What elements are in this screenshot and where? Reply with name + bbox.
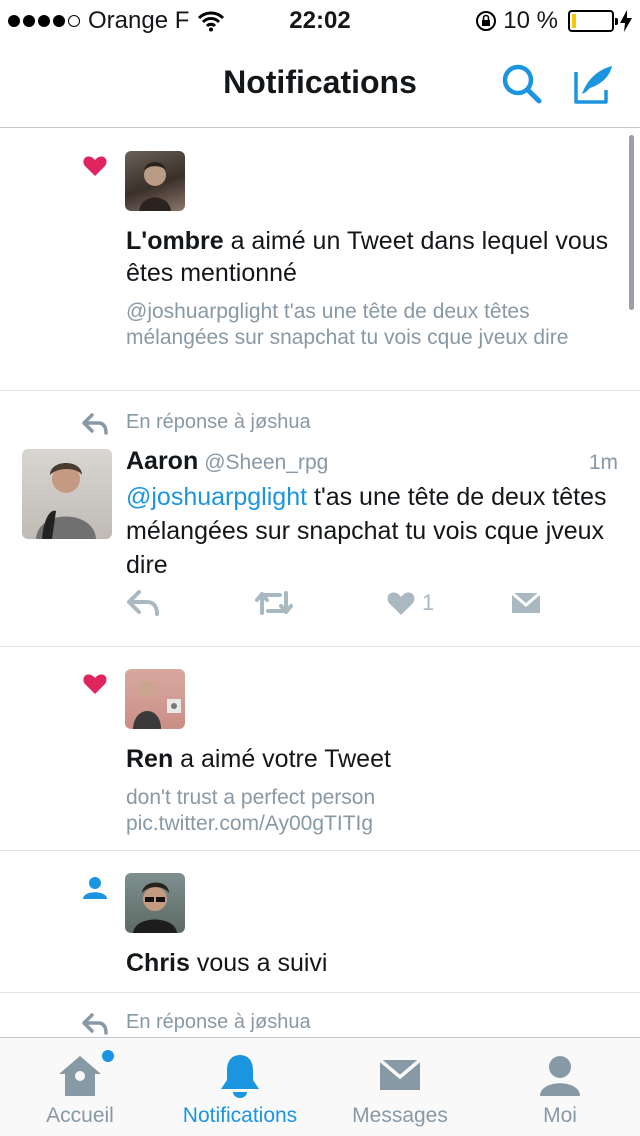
new-content-badge <box>102 1050 114 1062</box>
avatar[interactable] <box>125 151 185 211</box>
author-name: Aaron <box>126 447 199 475</box>
avatar[interactable] <box>22 449 112 539</box>
notification-text: L'ombre a aimé un Tweet dans lequel vous… <box>126 225 610 289</box>
battery-icon <box>568 10 618 32</box>
tab-label: Moi <box>543 1104 577 1127</box>
tweet-text: @joshuarpglight t'as une tête de deux tê… <box>126 480 610 582</box>
author-handle: @Sheen_rpg <box>204 451 329 474</box>
direct-message-button[interactable] <box>510 589 542 617</box>
header: Notifications <box>0 40 640 128</box>
charging-icon <box>620 10 632 32</box>
notification-action: vous a suivi <box>189 949 328 977</box>
tab-me[interactable]: Moi <box>480 1038 640 1136</box>
tab-label: Notifications <box>182 1104 298 1127</box>
search-button[interactable] <box>498 60 546 108</box>
notification-text: Chris vous a suivi <box>126 947 610 979</box>
scrollbar[interactable] <box>629 135 634 310</box>
tab-home[interactable]: Accueil <box>0 1038 160 1136</box>
tab-label: Accueil <box>46 1104 114 1127</box>
user-name[interactable]: Ren <box>126 745 173 773</box>
rotation-lock-icon <box>476 11 497 31</box>
reply-context-icon <box>82 1013 108 1035</box>
tab-notifications[interactable]: Notifications <box>160 1038 320 1136</box>
retweet-button[interactable] <box>254 589 294 617</box>
tweet-timestamp: 1m <box>588 451 618 474</box>
bell-icon <box>221 1055 259 1098</box>
notification-text: Ren a aimé votre Tweet <box>126 743 610 775</box>
tab-messages[interactable]: Messages <box>320 1038 480 1136</box>
user-name[interactable]: L'ombre <box>126 227 224 255</box>
retweet-icon <box>255 591 293 615</box>
reply-icon <box>127 590 159 616</box>
like-button[interactable]: 1 <box>386 589 434 617</box>
heart-icon <box>83 674 107 694</box>
envelope-icon <box>378 1058 422 1090</box>
like-count: 1 <box>422 590 435 615</box>
person-icon <box>540 1056 580 1096</box>
tab-label: Messages <box>352 1104 448 1127</box>
status-right: 10 % <box>475 7 632 35</box>
tweet-author[interactable]: Aaron @Sheen_rpg <box>126 447 328 476</box>
compose-icon <box>574 66 612 104</box>
compose-button[interactable] <box>570 60 618 108</box>
notification-item[interactable]: Ren a aimé votre Tweet don't trust a per… <box>0 647 640 851</box>
avatar[interactable] <box>125 669 185 729</box>
notification-item[interactable]: Chris vous a suivi <box>0 851 640 993</box>
user-name[interactable]: Chris <box>126 949 190 977</box>
tweet-item[interactable]: En réponse à jøshua Aaron @Sheen_rpg 1m @… <box>0 391 640 647</box>
envelope-icon <box>511 591 541 613</box>
reply-context[interactable]: En réponse à jøshua <box>126 1011 311 1034</box>
tab-bar: Accueil Notifications Messages Moi <box>0 1037 640 1136</box>
heart-icon <box>83 156 107 176</box>
heart-icon <box>387 592 415 615</box>
tweet-excerpt[interactable]: don't trust a perfect person pic.twitter… <box>126 785 600 837</box>
battery-percent: 10 % <box>503 7 558 34</box>
follow-icon <box>83 877 107 899</box>
avatar[interactable] <box>125 873 185 933</box>
notification-action: a aimé votre Tweet <box>173 745 391 773</box>
reply-context[interactable]: En réponse à jøshua <box>126 411 311 434</box>
mention-link[interactable]: @joshuarpglight <box>126 483 307 511</box>
reply-context-icon <box>82 413 108 435</box>
home-icon <box>59 1056 101 1096</box>
notification-item[interactable]: L'ombre a aimé un Tweet dans lequel vous… <box>0 129 640 391</box>
notifications-feed[interactable]: L'ombre a aimé un Tweet dans lequel vous… <box>0 129 640 1037</box>
tweet-excerpt[interactable]: @joshuarpglight t'as une tête de deux tê… <box>126 299 600 351</box>
tweet-item[interactable]: En réponse à jøshua <box>0 993 640 1037</box>
search-icon <box>502 64 542 104</box>
status-bar: Orange F 22:02 10 % <box>0 0 640 40</box>
reply-button[interactable] <box>126 589 160 617</box>
